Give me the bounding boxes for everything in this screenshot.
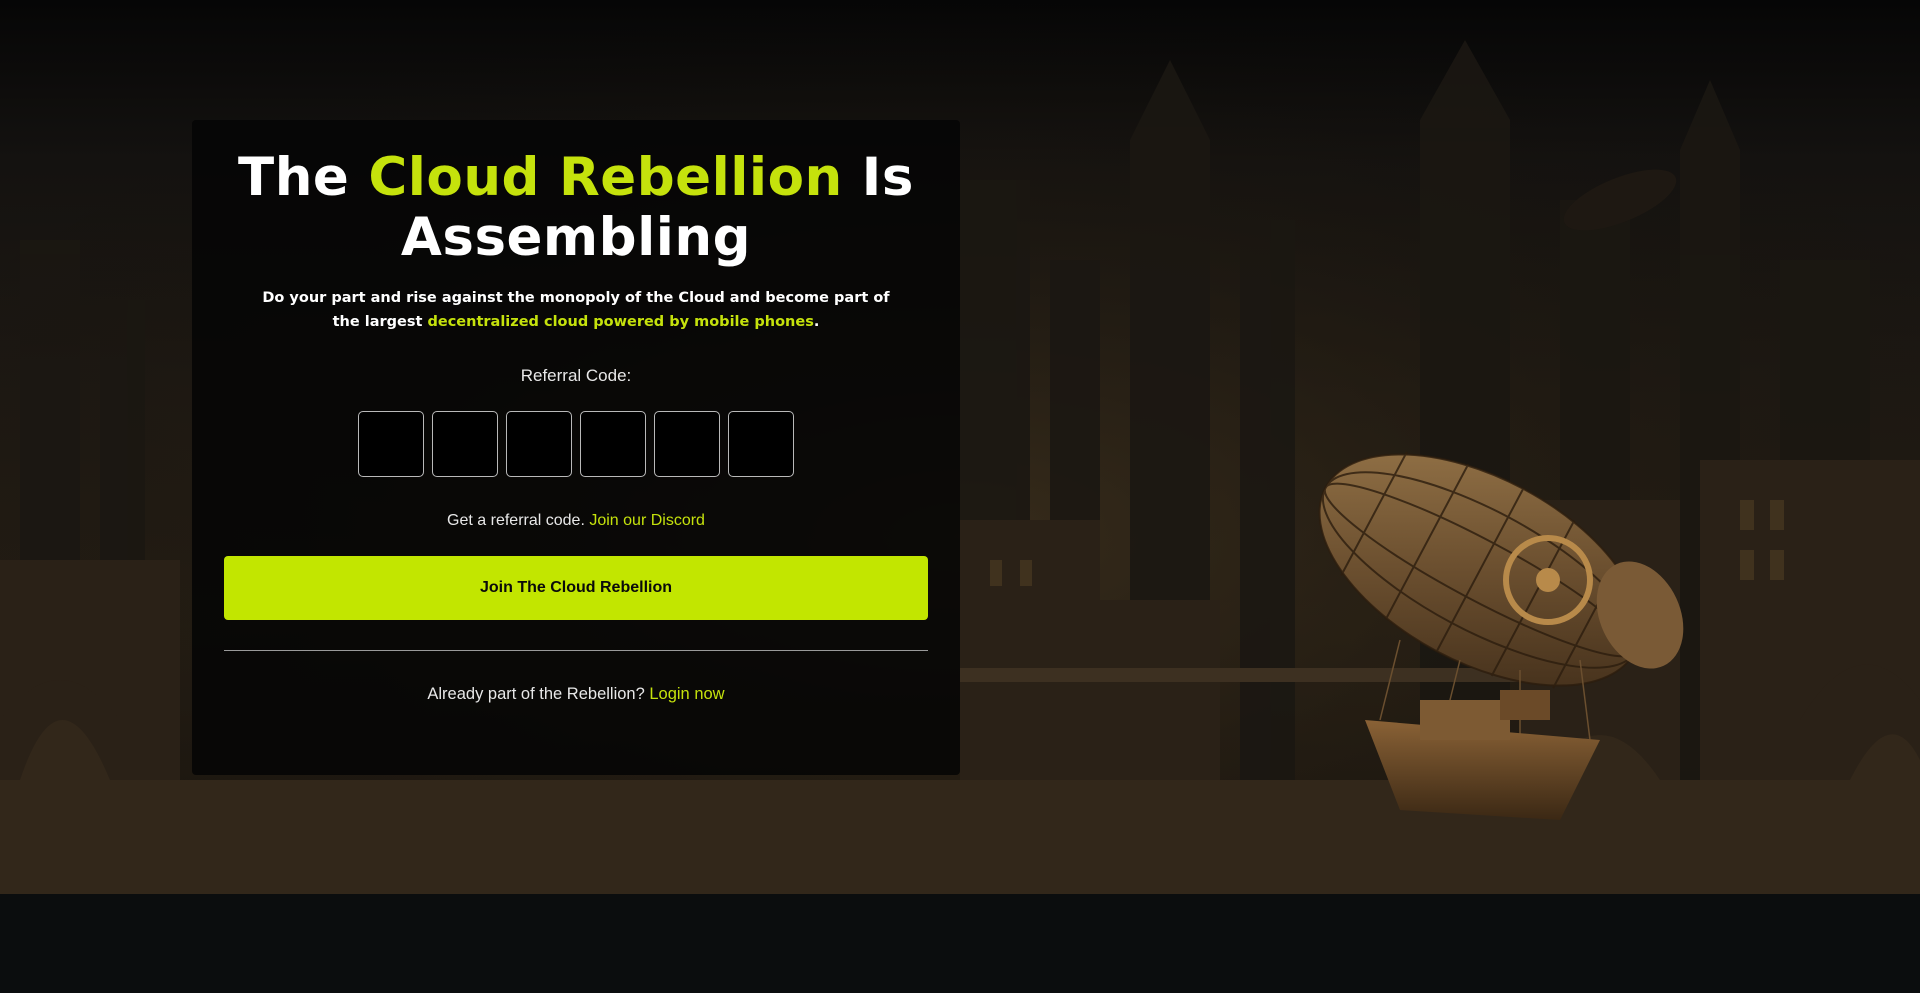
subtitle-accent: decentralized cloud powered by mobile ph… (427, 314, 814, 330)
signup-panel: The Cloud Rebellion Is Assembling Do you… (192, 120, 960, 775)
page: The Cloud Rebellion Is Assembling Do you… (0, 0, 1920, 993)
title-pre: The (238, 147, 369, 208)
subtitle-post: . (813, 314, 820, 330)
login-prompt-text: Already part of the Rebellion? (427, 685, 650, 703)
referral-digit-6[interactable] (728, 411, 794, 477)
referral-code-label: Referral Code: (520, 366, 632, 385)
referral-digit-2[interactable] (432, 411, 498, 477)
login-link[interactable]: Login now (649, 685, 724, 703)
referral-digit-5[interactable] (654, 411, 720, 477)
referral-help-text: Get a referral code. (447, 512, 590, 529)
title-accent: Cloud Rebellion (368, 147, 843, 208)
login-prompt: Already part of the Rebellion? Login now (224, 685, 928, 704)
referral-digit-3[interactable] (506, 411, 572, 477)
referral-help: Get a referral code. Join our Discord (224, 512, 928, 530)
join-rebellion-button[interactable]: Join The Cloud Rebellion (224, 556, 928, 620)
footer-band (0, 894, 1920, 993)
subtitle: Do your part and rise against the monopo… (256, 286, 896, 334)
referral-digit-4[interactable] (580, 411, 646, 477)
divider (224, 650, 928, 651)
referral-code-inputs (224, 411, 928, 477)
referral-digit-1[interactable] (358, 411, 424, 477)
page-title: The Cloud Rebellion Is Assembling (224, 148, 928, 268)
discord-link[interactable]: Join our Discord (589, 512, 705, 529)
